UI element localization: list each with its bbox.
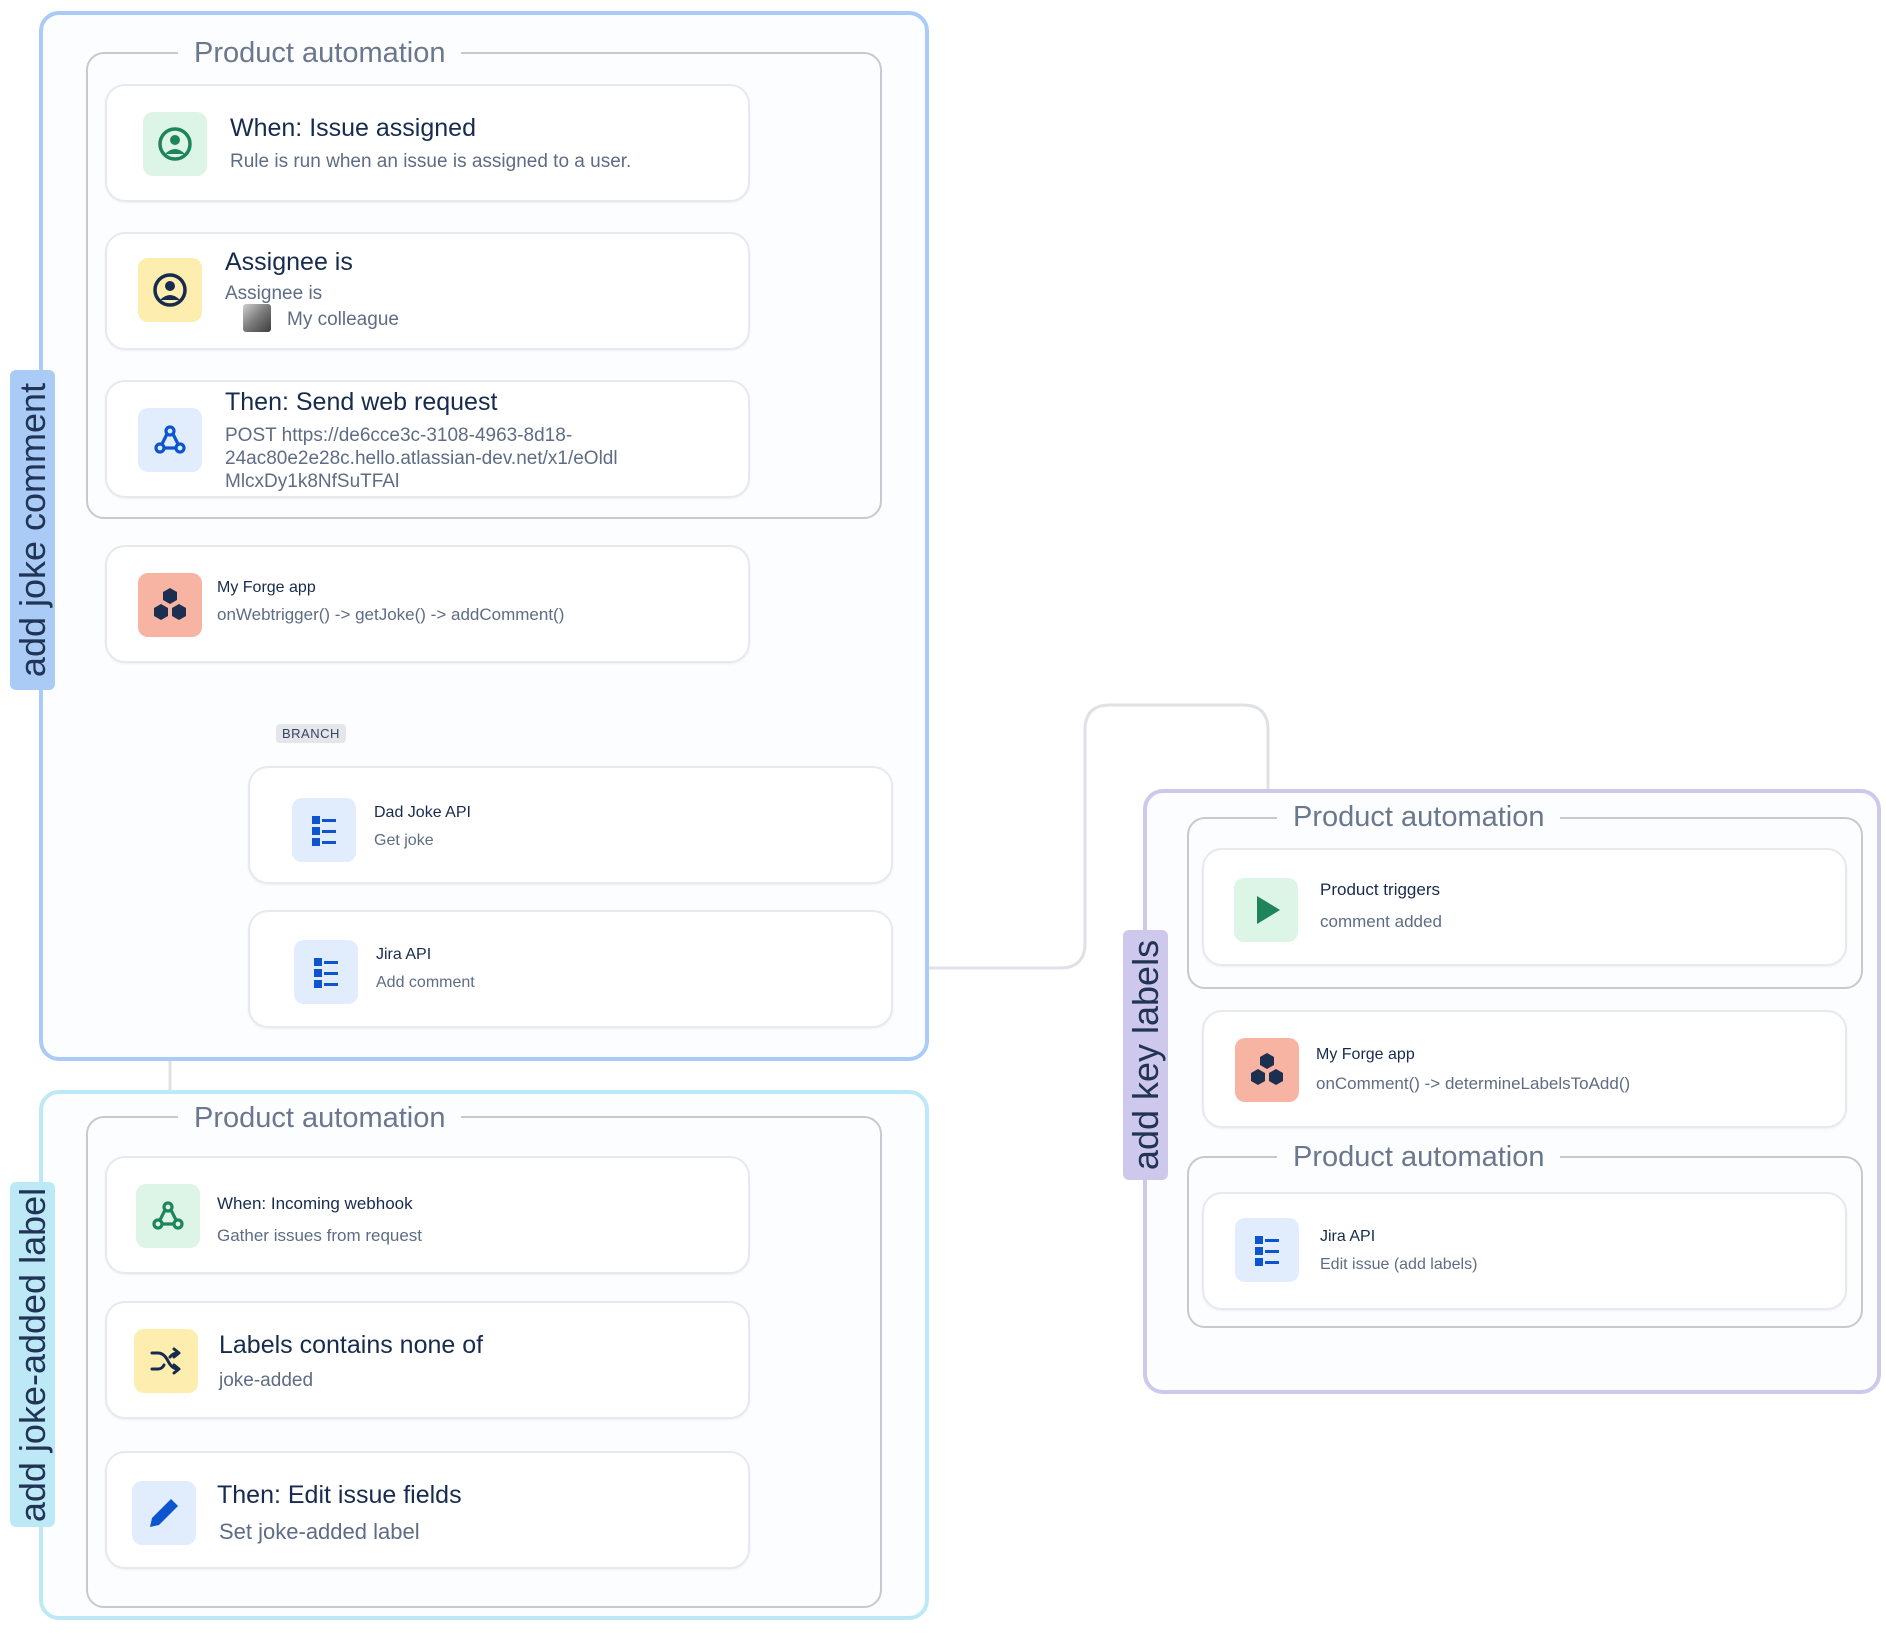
group-title: Product automation <box>178 1101 462 1135</box>
step-title: My Forge app <box>217 579 316 596</box>
api-tree-icon <box>294 940 358 1004</box>
step-card-forge-app-2[interactable]: My Forge app onComment() -> determineLab… <box>1202 1010 1847 1128</box>
step-subtitle: comment added <box>1320 912 1442 931</box>
request-url-line-1: POST https://de6cce3c-3108-4963-8d18- <box>225 425 573 446</box>
step-card-jira-api-edit-issue[interactable]: Jira API Edit issue (add labels) <box>1202 1192 1847 1310</box>
request-url-line-3: MlcxDy1k8NfSuTFAl <box>225 471 400 492</box>
api-tree-icon <box>1235 1218 1299 1282</box>
api-tree-icon <box>292 798 356 862</box>
step-subtitle: Get joke <box>374 832 434 849</box>
group-title: Product automation <box>178 36 462 70</box>
play-icon <box>1234 878 1298 942</box>
step-title: Jira API <box>376 946 432 963</box>
step-card-incoming-webhook[interactable]: When: Incoming webhook Gather issues fro… <box>105 1156 750 1274</box>
step-subtitle: onWebtrigger() -> getJoke() -> addCommen… <box>217 605 565 624</box>
step-title: When: Issue assigned <box>230 114 476 142</box>
step-title: Then: Edit issue fields <box>217 1481 462 1509</box>
forge-hexagons-icon <box>138 573 202 637</box>
flow-label-add-joke-comment: add joke comment <box>10 370 55 690</box>
step-card-assignee-is[interactable]: Assignee is Assignee is My colleague <box>105 232 750 350</box>
pencil-icon <box>132 1481 196 1545</box>
step-card-issue-assigned[interactable]: When: Issue assigned Rule is run when an… <box>105 84 750 202</box>
step-card-product-triggers[interactable]: Product triggers comment added <box>1202 848 1847 966</box>
step-subtitle: Edit issue (add labels) <box>1320 1256 1478 1273</box>
step-subtitle: onComment() -> determineLabelsToAdd() <box>1316 1074 1631 1093</box>
step-card-jira-api-add-comment[interactable]: Jira API Add comment <box>248 910 893 1028</box>
user-circle-icon <box>143 112 207 176</box>
step-subtitle: Add comment <box>376 974 475 991</box>
branch-badge: BRANCH <box>276 724 346 743</box>
group-title: Product automation <box>1277 800 1561 834</box>
webhook-icon <box>138 408 202 472</box>
step-subtitle: Rule is run when an issue is assigned to… <box>230 151 632 172</box>
webhook-icon <box>136 1184 200 1248</box>
step-title: Product triggers <box>1320 880 1440 899</box>
group-title: Product automation <box>1277 1140 1561 1174</box>
step-subtitle: Assignee is <box>225 283 323 304</box>
forge-hexagons-icon <box>1235 1038 1299 1102</box>
step-title: Labels contains none of <box>219 1331 484 1359</box>
assignee-user: My colleague <box>287 309 399 330</box>
step-title: Assignee is <box>225 248 353 276</box>
step-card-dad-joke-api[interactable]: Dad Joke API Get joke <box>248 766 893 884</box>
flow-label-add-key-labels: add key labels <box>1123 930 1168 1180</box>
step-subtitle: joke-added <box>219 1370 314 1391</box>
avatar <box>243 304 271 332</box>
step-title: Dad Joke API <box>374 804 471 821</box>
flow-label-add-joke-added-label: add joke-added label <box>10 1182 55 1527</box>
step-card-labels-contains[interactable]: Labels contains none of joke-added <box>105 1301 750 1419</box>
request-url-line-2: 24ac80e2e28c.hello.atlassian-dev.net/x1/… <box>225 448 618 469</box>
step-subtitle: Gather issues from request <box>217 1226 423 1245</box>
user-circle-icon <box>138 258 202 322</box>
shuffle-icon <box>134 1329 198 1393</box>
step-card-send-web-request[interactable]: Then: Send web request POST https://de6c… <box>105 380 750 498</box>
step-card-edit-issue-fields[interactable]: Then: Edit issue fields Set joke-added l… <box>105 1451 750 1569</box>
step-title: Then: Send web request <box>225 388 498 416</box>
step-title: When: Incoming webhook <box>217 1194 413 1213</box>
step-title: Jira API <box>1320 1228 1376 1245</box>
step-title: My Forge app <box>1316 1046 1415 1063</box>
step-card-forge-app[interactable]: My Forge app onWebtrigger() -> getJoke()… <box>105 545 750 663</box>
step-subtitle: Set joke-added label <box>219 1519 420 1544</box>
